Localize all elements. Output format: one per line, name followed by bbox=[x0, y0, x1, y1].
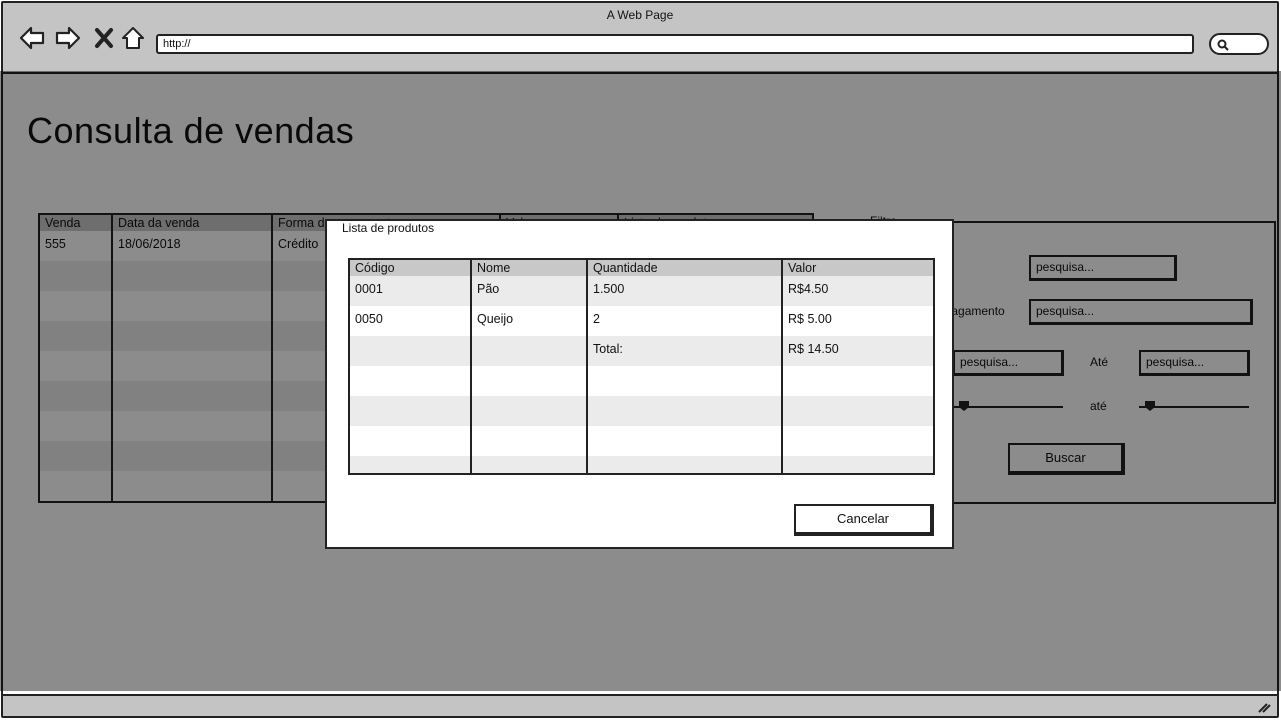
table-cell: 2 bbox=[586, 306, 782, 336]
total-label: Total: bbox=[586, 336, 782, 366]
browser-search-field[interactable] bbox=[1209, 33, 1269, 55]
total-row: Total: R$ 14.50 bbox=[350, 336, 933, 366]
table-cell bbox=[350, 336, 471, 366]
table-row bbox=[350, 366, 933, 396]
table-row bbox=[350, 456, 933, 473]
table-cell: R$4.50 bbox=[781, 276, 933, 306]
table-cell: R$ 5.00 bbox=[781, 306, 933, 336]
close-icon[interactable] bbox=[93, 25, 115, 51]
table-cell: 1.500 bbox=[586, 276, 782, 306]
column-header: Nome bbox=[470, 260, 587, 276]
back-arrow-icon[interactable] bbox=[19, 25, 45, 51]
total-value: R$ 14.50 bbox=[781, 336, 933, 366]
browser-chrome: A Web Page http:// bbox=[3, 3, 1277, 74]
products-table: Código Nome Quantidade Valor 0001 Pão 1.… bbox=[348, 258, 935, 475]
modal-title: Lista de produtos bbox=[339, 221, 438, 235]
window-title: A Web Page bbox=[606, 8, 674, 22]
table-cell: Queijo bbox=[470, 306, 587, 336]
column-header: Valor bbox=[781, 260, 933, 276]
table-row bbox=[350, 396, 933, 426]
forward-arrow-icon[interactable] bbox=[55, 25, 81, 51]
table-header-row: Código Nome Quantidade Valor bbox=[350, 260, 933, 276]
column-header: Quantidade bbox=[586, 260, 782, 276]
resize-grip-icon[interactable] bbox=[1257, 701, 1271, 713]
cancel-button[interactable]: Cancelar bbox=[794, 504, 934, 536]
product-list-modal: Lista de produtos Código Nome Quantidade… bbox=[325, 219, 954, 549]
table-row[interactable]: 0001 Pão 1.500 R$4.50 bbox=[350, 276, 933, 306]
table-cell: Pão bbox=[470, 276, 587, 306]
table-cell: 0050 bbox=[355, 312, 383, 326]
url-bar[interactable]: http:// bbox=[156, 34, 1194, 54]
search-icon bbox=[1217, 39, 1229, 51]
table-cell: 0001 bbox=[350, 276, 471, 306]
status-bar bbox=[3, 694, 1277, 716]
column-header: Código bbox=[350, 260, 471, 276]
table-row bbox=[350, 426, 933, 456]
table-cell bbox=[470, 336, 587, 366]
home-icon[interactable] bbox=[120, 25, 146, 51]
table-row[interactable]: 0050 Queijo 2 R$ 5.00 bbox=[350, 306, 933, 336]
